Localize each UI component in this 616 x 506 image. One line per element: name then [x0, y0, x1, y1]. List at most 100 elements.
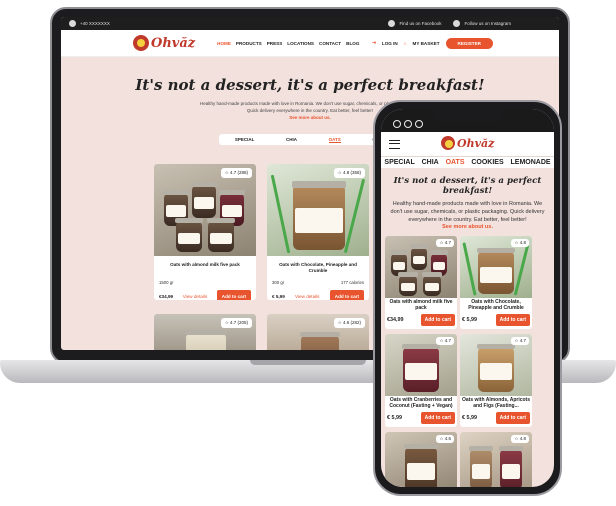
product-name[interactable]: Oats with Cranberries and Coconut (Fasti…	[385, 396, 457, 410]
topbar-instagram[interactable]: Follow us on Instagram	[464, 21, 511, 26]
view-details-link[interactable]: View details	[177, 294, 213, 299]
phone-navbar: Ohvăz	[381, 132, 554, 156]
product-image[interactable]: ☆ 4.7 (205)	[154, 314, 256, 350]
product-image[interactable]: ☆ 4.7	[385, 334, 457, 396]
phone-screen: Ohvăz SPECIAL CHIA OATS COOKIES LEMONADE…	[381, 109, 554, 487]
product-image[interactable]: ☆ 4.8 (358)	[267, 164, 369, 256]
product-name[interactable]: Oats with Chocolate, Pineapple and Crumb…	[460, 298, 532, 312]
add-to-cart-button[interactable]: Add to cart	[216, 290, 251, 300]
tab-lemonade[interactable]: LEMONADE	[511, 159, 551, 166]
product-price: € 5,99	[272, 294, 285, 299]
login-icon[interactable]: ⇥	[372, 40, 376, 46]
rating-badge: ☆ 4.7	[511, 337, 529, 345]
add-to-cart-button[interactable]: Add to cart	[495, 314, 530, 326]
rating-badge: ☆ 4.8 (358)	[333, 168, 365, 178]
product-image[interactable]: ☆ 4.7	[460, 334, 532, 396]
product-card[interactable]: ☆ 4.7 (288) Oats with almond milk five p…	[154, 164, 256, 300]
product-image[interactable]: ☆ 4.7	[385, 236, 457, 298]
brand-name: Ohvăz	[151, 35, 196, 51]
tab-special[interactable]: SPECIAL	[384, 159, 414, 166]
hero-subtitle: Healthy hand-made products made with lov…	[390, 201, 545, 223]
nav-products[interactable]: PRODUCTS	[236, 41, 262, 46]
rating-badge: ☆ 4.7	[436, 337, 454, 345]
facebook-icon[interactable]	[404, 119, 412, 128]
about-us-link[interactable]: See more about us.	[381, 224, 554, 230]
nav-blog[interactable]: BLOG	[346, 41, 359, 46]
product-price: €34,99	[159, 294, 174, 299]
product-image[interactable]: ☆ 4.6 (282)	[267, 314, 369, 350]
add-to-cart-button[interactable]: Add to cart	[420, 412, 455, 424]
nav-home[interactable]: HOME	[217, 41, 231, 46]
product-name[interactable]: Oats with Almonds, Apricots and Figs (Fa…	[460, 396, 532, 410]
product-grid: ☆ 4.7 Oats with almond milk five pack €3…	[381, 236, 554, 487]
product-actions: € 5,99 View details Add to cart	[267, 285, 369, 300]
rating-badge: ☆ 4.7 (205)	[220, 318, 252, 328]
rating-badge: ☆ 4.7 (288)	[220, 168, 252, 178]
tab-cookies[interactable]: COOKIES	[471, 159, 503, 166]
product-name[interactable]: Oats with almond milk five pack	[154, 256, 256, 278]
rating-badge: ☆ 4.6 (282)	[333, 318, 365, 328]
product-card[interactable]: ☆ 4.7 Oats with Almonds, Apricots and Fi…	[460, 334, 532, 427]
hamburger-menu-icon[interactable]	[389, 139, 400, 149]
nav-actions: ⇥ LOG IN ⌂ MY BASKET REGISTER	[372, 37, 493, 49]
rating-badge: ☆ 4.7	[436, 239, 454, 247]
facebook-icon[interactable]	[388, 20, 396, 27]
nav-contact[interactable]: CONTACT	[319, 41, 341, 46]
phone-icon[interactable]	[393, 119, 401, 128]
product-actions: € 5,99 Add to cart	[460, 410, 532, 427]
topbar-phone[interactable]: +40 XXXXXXX	[80, 21, 110, 26]
rating-badge: ☆ 4.8	[511, 239, 529, 247]
add-to-cart-button[interactable]: Add to cart	[329, 290, 364, 300]
product-price: € 5,99	[462, 317, 477, 323]
product-image[interactable]: ☆ 4.7 (288)	[154, 164, 256, 256]
product-card[interactable]: ☆ 4.6	[385, 432, 457, 487]
product-price: € 5,99	[387, 415, 402, 421]
login-link[interactable]: LOG IN	[382, 41, 398, 46]
product-price: € 5,99	[462, 415, 477, 421]
product-image[interactable]: ☆ 4.6	[385, 432, 457, 487]
phone-notch	[432, 109, 503, 122]
logo-mascot-icon	[441, 136, 455, 150]
register-button[interactable]: REGISTER	[445, 37, 493, 49]
tab-chia[interactable]: CHIA	[286, 137, 297, 142]
nav-press[interactable]: PRESS	[267, 41, 283, 46]
tab-oats[interactable]: OATS	[446, 159, 465, 166]
topbar-facebook[interactable]: Find us on Facebook	[399, 21, 441, 26]
view-details-link[interactable]: View details	[289, 294, 326, 299]
basket-link[interactable]: MY BASKET	[413, 41, 440, 46]
product-actions: €34,99 Add to cart	[385, 312, 457, 329]
brand-name: Ohvăz	[457, 136, 495, 150]
category-tabs: SPECIAL CHIA OATS COOKIES LEMONADE	[381, 156, 554, 168]
product-image[interactable]: ☆ 4.8	[460, 432, 532, 487]
brand-logo[interactable]: Ohvăz	[133, 35, 195, 51]
tab-chia[interactable]: CHIA	[422, 159, 439, 166]
nav-links: HOME PRODUCTS PRESS LOCATIONS CONTACT BL…	[217, 41, 359, 46]
product-card[interactable]: ☆ 4.8 Oats with Chocolate, Pineapple and…	[460, 236, 532, 329]
product-card[interactable]: ☆ 4.7 Oats with Cranberries and Coconut …	[385, 334, 457, 427]
rating-badge: ☆ 4.8	[511, 435, 529, 443]
rating-badge: ☆ 4.6	[436, 435, 454, 443]
logo-mascot-icon	[133, 35, 149, 51]
instagram-icon[interactable]	[415, 119, 423, 128]
tab-oats[interactable]: OATS	[328, 137, 341, 143]
product-card[interactable]: ☆ 4.7 (205)	[154, 314, 256, 350]
product-name[interactable]: Oats with Chocolate, Pineapple and Crumb…	[267, 256, 369, 278]
product-card[interactable]: ☆ 4.6 (282)	[267, 314, 369, 350]
add-to-cart-button[interactable]: Add to cart	[495, 412, 530, 424]
product-card[interactable]: ☆ 4.7 Oats with almond milk five pack €3…	[385, 236, 457, 329]
product-card[interactable]: ☆ 4.8 (358) Oats with Chocolate, Pineapp…	[267, 164, 369, 300]
product-price: €34,99	[387, 317, 404, 323]
product-image[interactable]: ☆ 4.8	[460, 236, 532, 298]
phone-frame: Ohvăz SPECIAL CHIA OATS COOKIES LEMONADE…	[373, 100, 562, 496]
basket-icon[interactable]: ⌂	[404, 41, 407, 46]
hero-title: It's not a dessert, it's a perfect break…	[393, 176, 542, 196]
product-card[interactable]: ☆ 4.8	[460, 432, 532, 487]
brand-logo[interactable]: Ohvăz	[441, 136, 494, 150]
laptop-camera-notch	[289, 9, 331, 18]
add-to-cart-button[interactable]: Add to cart	[420, 314, 455, 326]
instagram-icon[interactable]	[453, 20, 461, 27]
nav-locations[interactable]: LOCATIONS	[287, 41, 314, 46]
tab-special[interactable]: SPECIAL	[235, 137, 255, 142]
product-name[interactable]: Oats with almond milk five pack	[385, 298, 457, 312]
phone-icon	[69, 20, 76, 27]
